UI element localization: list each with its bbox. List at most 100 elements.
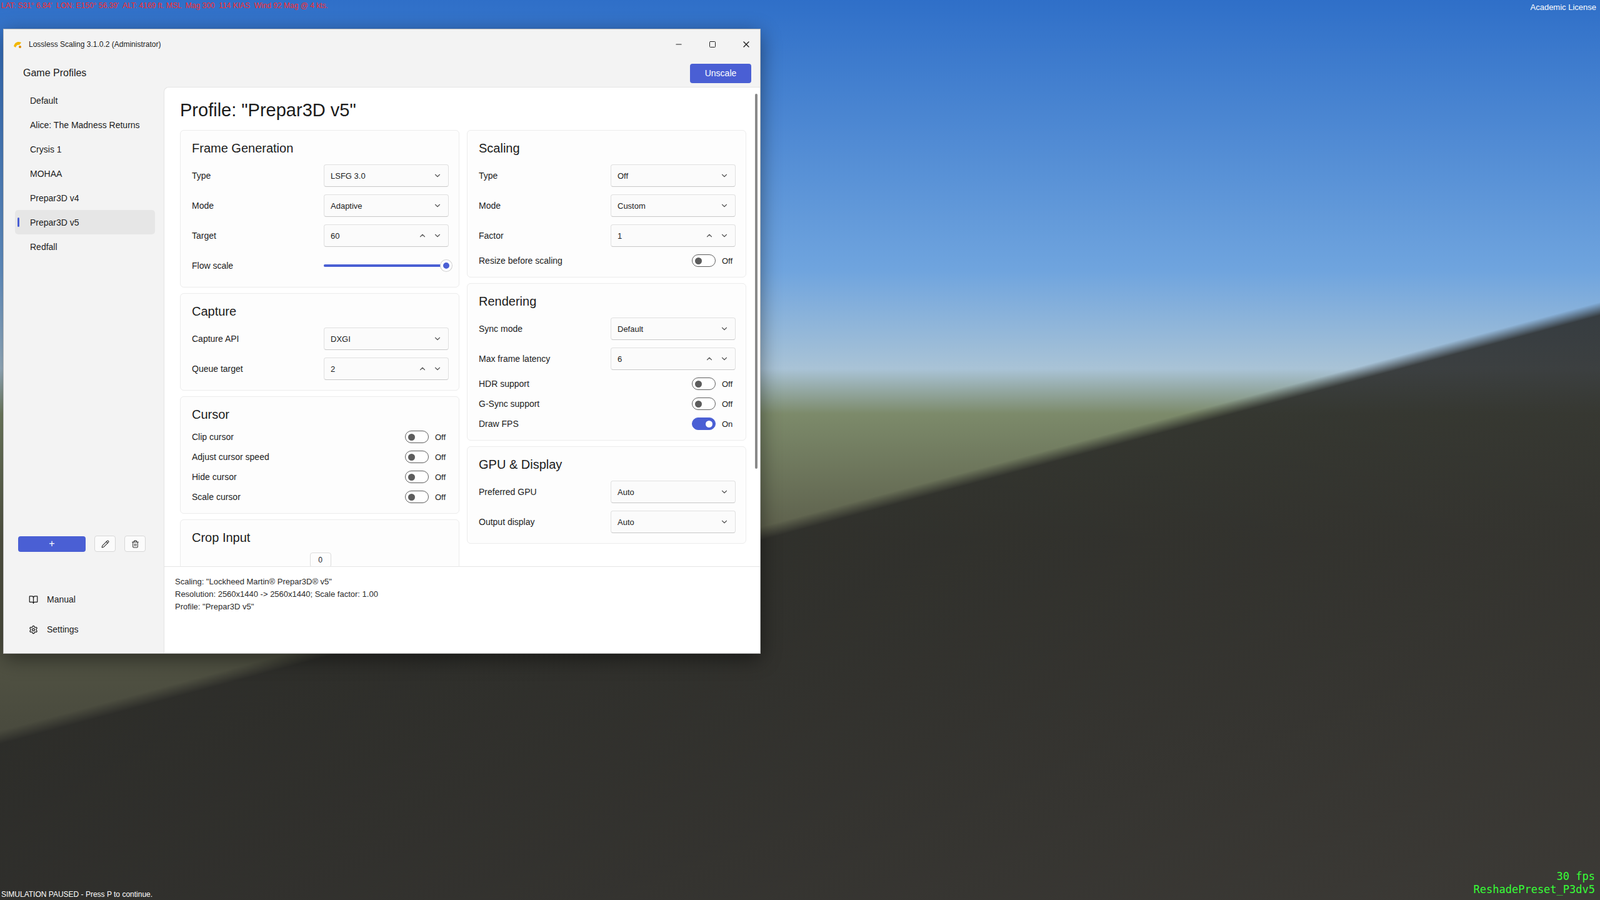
edit-profile-button[interactable]	[94, 535, 116, 552]
dropdown[interactable]: Off	[610, 164, 736, 187]
unscale-button[interactable]: Unscale	[690, 63, 752, 84]
toggle-switch[interactable]	[691, 377, 716, 390]
chevron-down-icon	[433, 334, 442, 344]
settings-column: ScalingTypeOffModeCustomFactor1Resize be…	[466, 130, 747, 567]
setting-row: ModeCustom	[478, 190, 736, 221]
chevron-down-icon[interactable]	[720, 231, 729, 240]
toggle-state: Off	[435, 452, 449, 462]
number-stepper[interactable]: 2	[323, 357, 449, 380]
chevron-up-icon[interactable]	[705, 231, 714, 240]
toggle-state: Off	[435, 432, 449, 442]
chevron-down-icon[interactable]	[433, 231, 442, 240]
chevron-down-icon[interactable]	[720, 354, 729, 364]
dropdown[interactable]: Auto	[610, 510, 736, 534]
setting-row: Max frame latency6	[478, 343, 736, 374]
setting-row: Factor1	[478, 220, 736, 251]
chevron-up-icon[interactable]	[705, 354, 714, 364]
chevron-up-icon[interactable]	[418, 364, 427, 374]
toggle-state: Off	[435, 492, 449, 502]
close-button[interactable]	[732, 33, 760, 56]
window-body: Game ProfilesDefaultAlice: The Madness R…	[3, 59, 760, 654]
setting-row: TypeLSFG 3.0	[191, 160, 449, 191]
setting-row: Scale cursorOff	[191, 486, 449, 507]
dropdown[interactable]: Adaptive	[323, 194, 449, 217]
window-title: Lossless Scaling 3.1.0.2 (Administrator)	[28, 40, 659, 49]
slider[interactable]	[323, 259, 449, 272]
slider-track	[323, 264, 449, 267]
setting-row: Clip cursorOff	[191, 426, 449, 447]
sidebar-item[interactable]: Prepar3D v5	[15, 210, 155, 235]
settings-section: RenderingSync modeDefaultMax frame laten…	[466, 283, 747, 441]
dropdown[interactable]: Custom	[610, 194, 736, 217]
toggle: Off	[323, 470, 449, 484]
close-icon	[741, 39, 752, 50]
profile-title: Profile: "Prepar3D v5"	[180, 98, 747, 122]
toggle-switch[interactable]	[405, 430, 429, 444]
add-profile-button[interactable]: +	[18, 536, 86, 552]
section-title: Crop Input	[191, 528, 449, 547]
fps-overlay: 30 fpsReshadePreset_P3dv5	[1473, 870, 1595, 897]
dropdown[interactable]: LSFG 3.0	[323, 164, 449, 187]
delete-profile-button[interactable]	[124, 535, 146, 552]
license-label: Academic License	[1530, 2, 1597, 12]
number-stepper[interactable]: 6	[610, 347, 736, 370]
setting-row: Resize before scaling Off	[478, 250, 736, 271]
chevron-down-icon	[720, 171, 729, 180]
toggle-switch[interactable]	[405, 450, 429, 464]
maximize-button[interactable]	[698, 33, 727, 56]
sidebar-item[interactable]: Default	[15, 88, 155, 113]
dropdown[interactable]: Auto	[610, 480, 736, 504]
toggle: Off	[610, 377, 736, 390]
sidebar-item[interactable]: Redfall	[15, 234, 155, 259]
dropdown[interactable]: DXGI	[323, 327, 449, 350]
sidebar-item[interactable]: Alice: The Madness Returns	[15, 112, 155, 137]
paused-message: SIMULATION PAUSED - Press P to continue.	[1, 890, 153, 899]
profile-list: DefaultAlice: The Madness ReturnsCrysis …	[15, 88, 155, 259]
sidebar-footer-item[interactable]: Manual	[15, 584, 155, 615]
setting-label: Resize before scaling	[478, 255, 605, 266]
sidebar: Game ProfilesDefaultAlice: The Madness R…	[3, 59, 164, 654]
toggle-switch[interactable]	[405, 470, 429, 484]
toggle: Off	[610, 254, 736, 267]
toggle-knob	[408, 433, 415, 441]
setting-row: Sync modeDefault	[478, 313, 736, 344]
chevron-up-icon[interactable]	[418, 231, 427, 240]
toggle-switch[interactable]	[691, 254, 716, 267]
sidebar-item[interactable]: Prepar3D v4	[15, 185, 155, 210]
toggle: Off	[610, 397, 736, 410]
slider-fill	[323, 264, 449, 267]
section-title: Scaling	[478, 139, 736, 157]
settings-section: CaptureCapture APIDXGIQueue target2	[180, 293, 460, 391]
sidebar-item[interactable]: MOHAA	[15, 161, 155, 186]
toggle: Off	[323, 450, 449, 464]
number-stepper[interactable]: 1	[610, 224, 736, 247]
settings-section: Crop Input 0	[180, 519, 460, 567]
crop-field[interactable]: 0	[310, 552, 332, 567]
setting-label: Hide cursor	[191, 471, 318, 482]
chevron-down-icon[interactable]	[433, 364, 442, 374]
maximize-icon	[708, 40, 717, 49]
minimize-icon	[674, 40, 684, 49]
number-stepper[interactable]: 60	[323, 224, 449, 247]
setting-label: HDR support	[478, 378, 605, 389]
minimize-button[interactable]	[665, 33, 693, 56]
dropdown[interactable]: Default	[610, 317, 736, 340]
toggle-switch[interactable]	[691, 397, 716, 410]
setting-label: Type	[478, 170, 605, 181]
setting-row: Capture APIDXGI	[191, 323, 449, 354]
toggle-switch[interactable]	[405, 490, 429, 504]
top-bar: Unscale	[163, 59, 760, 87]
setting-label: Draw FPS	[478, 418, 605, 429]
sidebar-footer-item[interactable]: Settings	[15, 614, 155, 645]
chevron-down-icon	[433, 171, 442, 180]
settings-content: Profile: "Prepar3D v5"Frame GenerationTy…	[164, 87, 753, 567]
main-panel: Unscale Profile: "Prepar3D v5"Frame Gener…	[163, 59, 760, 654]
toggle-knob	[408, 473, 415, 481]
slider-thumb[interactable]	[440, 260, 452, 272]
toggle: On	[610, 417, 736, 430]
toggle-switch[interactable]	[691, 417, 716, 430]
chevron-down-icon	[720, 487, 729, 497]
settings-columns: Frame GenerationTypeLSFG 3.0ModeAdaptive…	[180, 130, 747, 567]
sidebar-item[interactable]: Crysis 1	[15, 136, 155, 162]
scrollbar-thumb[interactable]	[755, 93, 758, 469]
